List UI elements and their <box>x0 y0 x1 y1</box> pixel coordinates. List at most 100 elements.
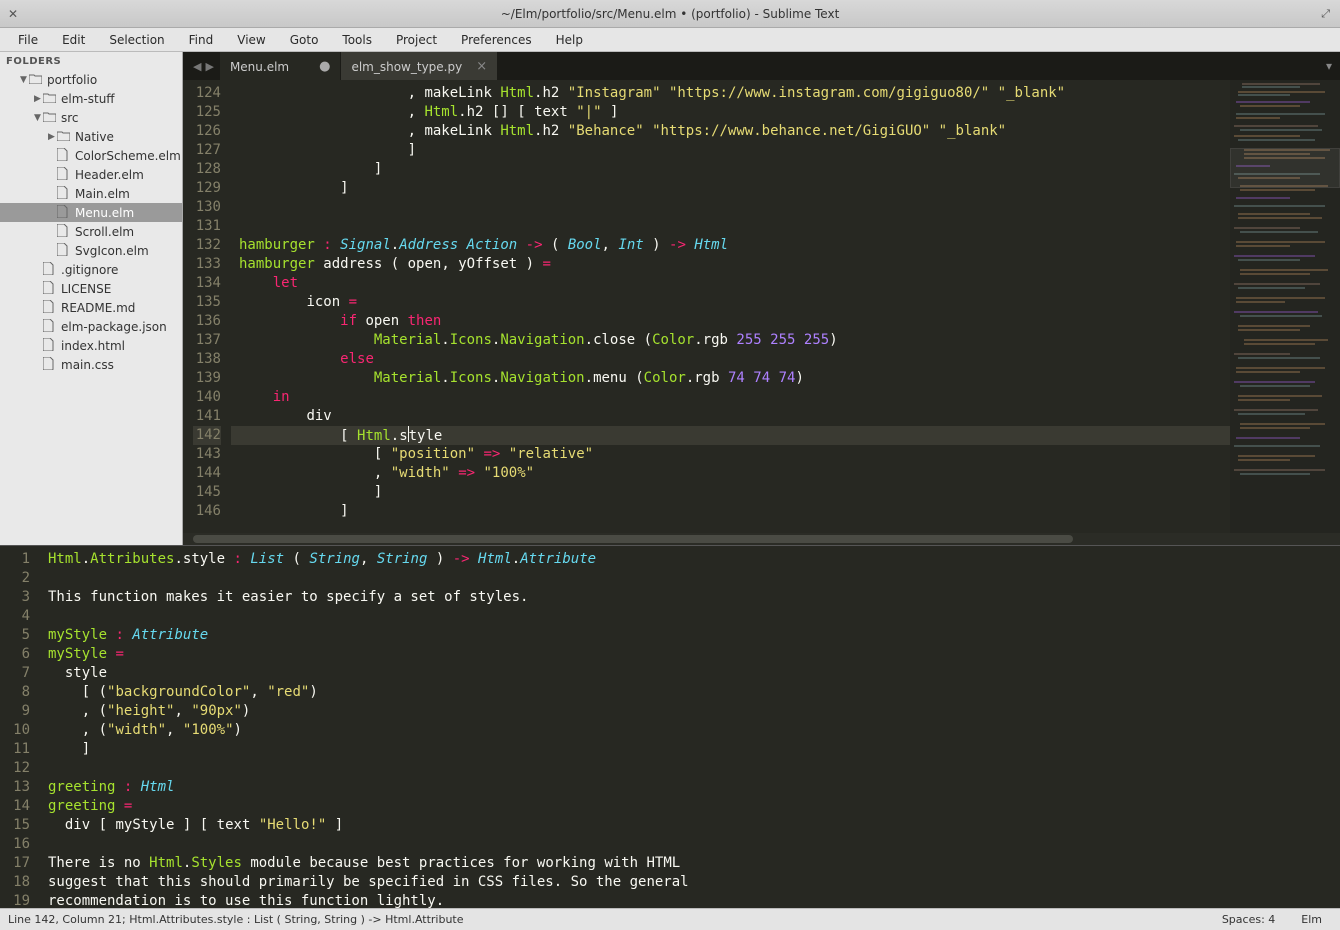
folder-icon <box>43 92 59 106</box>
code-line[interactable]: if open then <box>239 312 1230 331</box>
file-header-elm[interactable]: Header.elm <box>0 165 182 184</box>
chevron-down-icon[interactable]: ▼ <box>32 113 43 123</box>
code-line[interactable]: style <box>48 664 1340 683</box>
code-line[interactable]: in <box>239 388 1230 407</box>
code-line[interactable]: , "width" => "100%" <box>239 464 1230 483</box>
tab-menu-elm[interactable]: Menu.elm● <box>220 52 341 80</box>
code-line[interactable]: recommendation is to use this function l… <box>48 892 1340 908</box>
minimap[interactable] <box>1230 80 1340 533</box>
chevron-right-icon[interactable]: ▶ <box>32 94 43 104</box>
code-line[interactable]: myStyle : Attribute <box>48 626 1340 645</box>
file-index-html[interactable]: index.html <box>0 336 182 355</box>
file-menu-elm[interactable]: Menu.elm <box>0 203 182 222</box>
chevron-down-icon[interactable]: ▼ <box>18 75 29 85</box>
file-scroll-elm[interactable]: Scroll.elm <box>0 222 182 241</box>
panel-code-content[interactable]: Html.Attributes.style : List ( String, S… <box>40 546 1340 908</box>
code-line[interactable]: div <box>239 407 1230 426</box>
panel-editor[interactable]: 12345678910111213141516171819 Html.Attri… <box>0 546 1340 908</box>
file-license[interactable]: LICENSE <box>0 279 182 298</box>
sidebar-header: FOLDERS <box>0 52 182 70</box>
code-line[interactable] <box>48 835 1340 854</box>
file--gitignore[interactable]: .gitignore <box>0 260 182 279</box>
menu-file[interactable]: File <box>6 30 50 50</box>
code-line[interactable]: Material.Icons.Navigation.menu (Color.rg… <box>239 369 1230 388</box>
main-editor[interactable]: 1241251261271281291301311321331341351361… <box>183 80 1340 533</box>
status-spaces[interactable]: Spaces: 4 <box>1222 913 1275 926</box>
code-line[interactable]: ] <box>239 141 1230 160</box>
tab-next-icon[interactable]: ▶ <box>205 60 213 73</box>
tab-elm-show-type-py[interactable]: elm_show_type.py × <box>341 52 497 80</box>
menu-help[interactable]: Help <box>544 30 595 50</box>
scrollbar-thumb[interactable] <box>193 535 1073 543</box>
code-line[interactable]: [ "position" => "relative" <box>239 445 1230 464</box>
code-line[interactable]: let <box>239 274 1230 293</box>
file-icon <box>57 148 73 164</box>
file-main-elm[interactable]: Main.elm <box>0 184 182 203</box>
file-readme-md[interactable]: README.md <box>0 298 182 317</box>
code-line[interactable]: hamburger : Signal.Address Action -> ( B… <box>239 236 1230 255</box>
tab-close-icon[interactable]: × <box>476 59 487 74</box>
code-line[interactable] <box>48 759 1340 778</box>
code-line[interactable]: else <box>239 350 1230 369</box>
folder-elm-stuff[interactable]: ▶elm-stuff <box>0 89 182 108</box>
code-line[interactable]: ] <box>239 483 1230 502</box>
tree-label: Header.elm <box>75 168 144 182</box>
window-title: ~/Elm/portfolio/src/Menu.elm • (portfoli… <box>0 7 1340 21</box>
code-line[interactable]: greeting : Html <box>48 778 1340 797</box>
menu-edit[interactable]: Edit <box>50 30 97 50</box>
code-line[interactable]: greeting = <box>48 797 1340 816</box>
code-line[interactable]: ] <box>239 179 1230 198</box>
code-line[interactable]: , Html.h2 [] [ text "|" ] <box>239 103 1230 122</box>
tree-label: index.html <box>61 339 125 353</box>
file-main-css[interactable]: main.css <box>0 355 182 374</box>
code-line[interactable]: , makeLink Html.h2 "Behance" "https://ww… <box>239 122 1230 141</box>
code-line[interactable]: [ Html.style <box>239 426 1230 445</box>
menu-tools[interactable]: Tools <box>330 30 384 50</box>
chevron-right-icon[interactable]: ▶ <box>46 132 57 142</box>
folder-portfolio[interactable]: ▼portfolio <box>0 70 182 89</box>
code-line[interactable]: Html.Attributes.style : List ( String, S… <box>48 550 1340 569</box>
code-line[interactable]: There is no Html.Styles module because b… <box>48 854 1340 873</box>
code-line[interactable]: icon = <box>239 293 1230 312</box>
code-line[interactable]: myStyle = <box>48 645 1340 664</box>
tab-label: Menu.elm <box>230 60 289 74</box>
code-line[interactable] <box>48 607 1340 626</box>
minimap-viewport[interactable] <box>1230 148 1340 188</box>
code-line[interactable]: ] <box>239 502 1230 521</box>
tab-label: elm_show_type.py <box>351 60 462 74</box>
code-line[interactable]: , ("width", "100%") <box>48 721 1340 740</box>
file-svgicon-elm[interactable]: SvgIcon.elm <box>0 241 182 260</box>
menu-project[interactable]: Project <box>384 30 449 50</box>
menu-selection[interactable]: Selection <box>97 30 176 50</box>
code-line[interactable]: , makeLink Html.h2 "Instagram" "https://… <box>239 84 1230 103</box>
file-colorscheme-elm[interactable]: ColorScheme.elm <box>0 146 182 165</box>
code-line[interactable] <box>239 217 1230 236</box>
code-content[interactable]: , makeLink Html.h2 "Instagram" "https://… <box>231 80 1230 533</box>
menu-preferences[interactable]: Preferences <box>449 30 544 50</box>
status-position[interactable]: Line 142, Column 21; Html.Attributes.sty… <box>8 913 1222 926</box>
code-line[interactable] <box>239 198 1230 217</box>
window-close-icon[interactable]: ✕ <box>8 7 18 21</box>
code-line[interactable]: [ ("backgroundColor", "red") <box>48 683 1340 702</box>
code-line[interactable]: This function makes it easier to specify… <box>48 588 1340 607</box>
tab-prev-icon[interactable]: ◀ <box>193 60 201 73</box>
code-line[interactable]: ] <box>48 740 1340 759</box>
file-elm-package-json[interactable]: elm-package.json <box>0 317 182 336</box>
folder-native[interactable]: ▶Native <box>0 127 182 146</box>
code-line[interactable]: Material.Icons.Navigation.close (Color.r… <box>239 331 1230 350</box>
code-line[interactable]: ] <box>239 160 1230 179</box>
code-line[interactable]: div [ myStyle ] [ text "Hello!" ] <box>48 816 1340 835</box>
tab-dropdown-icon[interactable]: ▾ <box>1318 52 1340 80</box>
sidebar: FOLDERS ▼portfolio▶elm-stuff▼src▶NativeC… <box>0 52 183 545</box>
code-line[interactable] <box>48 569 1340 588</box>
window-maximize-icon[interactable]: ⤢ <box>1321 7 1330 21</box>
code-line[interactable]: hamburger address ( open, yOffset ) = <box>239 255 1230 274</box>
folder-src[interactable]: ▼src <box>0 108 182 127</box>
code-line[interactable]: suggest that this should primarily be sp… <box>48 873 1340 892</box>
menu-find[interactable]: Find <box>177 30 226 50</box>
horizontal-scrollbar[interactable] <box>183 533 1340 545</box>
menu-goto[interactable]: Goto <box>278 30 331 50</box>
menu-view[interactable]: View <box>225 30 277 50</box>
code-line[interactable]: , ("height", "90px") <box>48 702 1340 721</box>
status-syntax[interactable]: Elm <box>1301 913 1322 926</box>
